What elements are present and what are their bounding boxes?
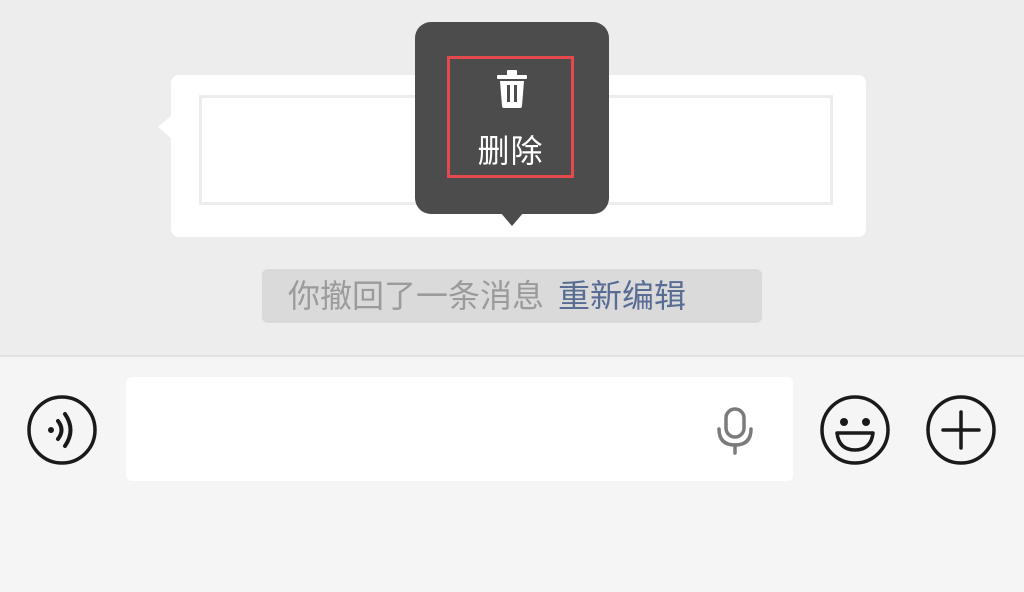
chat-area: 删除 你撤回了一条消息 重新编辑 (0, 0, 1024, 356)
voice-mode-icon[interactable] (27, 395, 97, 465)
message-bubble-tail (158, 115, 172, 139)
context-menu: 删除 (415, 22, 609, 214)
message-input[interactable] (146, 397, 710, 463)
recall-notice-text: 你撤回了一条消息 (288, 277, 545, 315)
trash-icon (497, 70, 527, 108)
delete-label: 删除 (477, 132, 544, 170)
emoji-icon[interactable] (820, 395, 890, 465)
plus-icon[interactable] (926, 395, 996, 465)
context-menu-arrow (500, 212, 524, 226)
message-input-box[interactable] (126, 377, 793, 481)
reedit-link[interactable]: 重新编辑 (558, 277, 686, 315)
input-bar (0, 357, 1024, 592)
microphone-icon[interactable] (716, 407, 754, 455)
recall-notice: 你撤回了一条消息 重新编辑 (262, 269, 762, 323)
delete-menu-item[interactable]: 删除 (447, 56, 574, 178)
